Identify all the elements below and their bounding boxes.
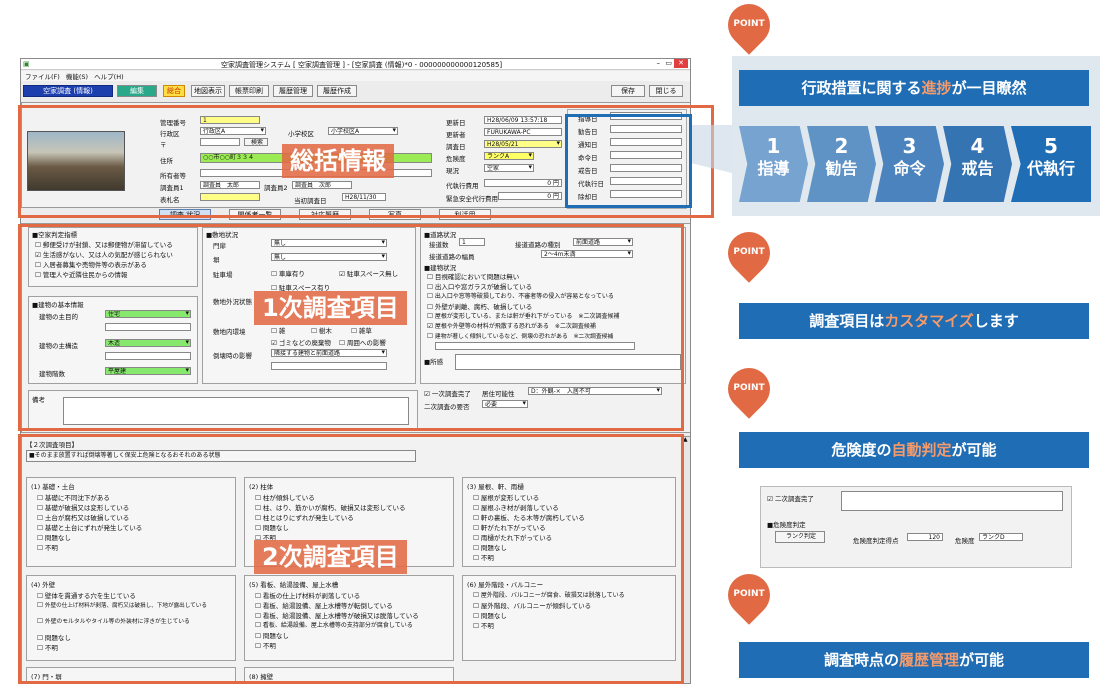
step-word: 指導 (757, 159, 790, 178)
inset-risk-label: 危険度 (955, 537, 975, 545)
banner-highlight: 進捗 (921, 79, 952, 97)
score-label: 危険度判定得点 (853, 537, 899, 545)
risk-judge-title: ■危険度判定 (767, 521, 806, 529)
step-advice: 2 勧告 (807, 126, 876, 202)
step-word: 戒告 (961, 159, 994, 178)
step-number: 5 (1044, 134, 1058, 158)
summary-tag: 総括情報 (282, 144, 394, 178)
minimize-icon[interactable]: – (657, 59, 661, 67)
banner-highlight: カスタマイズ (884, 312, 974, 330)
banner-text: が可能 (959, 651, 1005, 669)
step-number: 4 (970, 134, 985, 158)
step-order: 3 命令 (875, 126, 944, 202)
banner-text: 調査時点の (823, 651, 899, 669)
print-button[interactable]: 帳票印刷 (229, 85, 269, 97)
score-field: 120 (907, 533, 943, 541)
point-label: POINT (733, 19, 765, 29)
close-window-icon[interactable]: ✕ (674, 59, 688, 68)
measures-highlight (565, 114, 692, 208)
step-word: 勧告 (825, 159, 858, 178)
step-word: 命令 (893, 159, 926, 178)
point-label: POINT (733, 383, 765, 393)
banner-highlight: 自動判定 (891, 441, 952, 459)
step-number: 3 (902, 134, 917, 158)
history-create-button[interactable]: 履歴作成 (317, 85, 357, 97)
step-number: 2 (834, 134, 849, 158)
toolbar: 空家調査 (情報) 編集 総合 地図表示 帳票印刷 履歴管理 履歴作成 保存 閉… (21, 82, 690, 100)
point-label: POINT (733, 589, 765, 599)
map-button[interactable]: 地図表示 (191, 85, 225, 97)
banner-text: 行政措置に関する (801, 79, 922, 97)
point-banner-risk: 危険度の自動判定が可能 (739, 432, 1089, 468)
second-survey-done-check[interactable]: 二次調査完了 (767, 493, 814, 503)
banner-text: が可能 (951, 441, 997, 459)
risk-inset-screenshot: 二次調査完了 ■危険度判定 ランク判定 危険度判定得点 120 危険度 ランクD (760, 486, 1072, 568)
menu-function[interactable]: 機能(S) (66, 73, 88, 81)
point-banner-history: 調査時点の履歴管理が可能 (739, 642, 1089, 678)
banner-text: が一目瞭然 (951, 79, 1027, 97)
inset-risk-field: ランクD (979, 533, 1023, 541)
step-warning: 4 戒告 (943, 126, 1012, 202)
maximize-icon[interactable]: ▭ (665, 59, 672, 67)
point-banner-progress: 行政措置に関する進捗が一目瞭然 (739, 70, 1089, 106)
banner-highlight: 履歴管理 (898, 651, 959, 669)
menu-bar: ファイル(F) 機能(S) ヘルプ(H) (21, 71, 690, 81)
survey2-tag: 2次調査項目 (254, 540, 407, 574)
edit-button[interactable]: 編集 (117, 85, 157, 97)
survey1-tag: 1次調査項目 (254, 291, 407, 325)
window-title: 空家調査管理システム [ 空家調査管理 ] - [空家調査 (情報)*0 - 0… (221, 61, 503, 69)
rank-judge-button[interactable]: ランク判定 (775, 531, 825, 543)
step-execution: 5 代執行 (1011, 126, 1091, 202)
close-button[interactable]: 閉じる (649, 85, 683, 97)
survey1-highlight (18, 224, 684, 431)
point-label: POINT (733, 247, 765, 257)
app-icon: ▣ (23, 60, 30, 68)
step-guidance: 1 指導 (739, 126, 808, 202)
combined-button[interactable]: 総合 (163, 85, 185, 97)
menu-file[interactable]: ファイル(F) (25, 73, 60, 81)
save-button[interactable]: 保存 (611, 85, 645, 97)
step-word: 代執行 (1026, 159, 1075, 178)
history-mgmt-button[interactable]: 履歴管理 (273, 85, 313, 97)
form-title: 空家調査 (情報) (23, 85, 113, 97)
step-number: 1 (766, 134, 781, 158)
title-bar: ▣ 空家調査管理システム [ 空家調査管理 ] - [空家調査 (情報)*0 -… (21, 59, 690, 70)
second-survey-notes-field[interactable] (841, 491, 1063, 511)
point-banner-customize: 調査項目はカスタマイズします (739, 303, 1089, 339)
banner-text: 調査項目は (809, 312, 885, 330)
banner-text: します (973, 312, 1019, 330)
banner-text: 危険度の (831, 441, 892, 459)
menu-help[interactable]: ヘルプ(H) (94, 73, 123, 81)
